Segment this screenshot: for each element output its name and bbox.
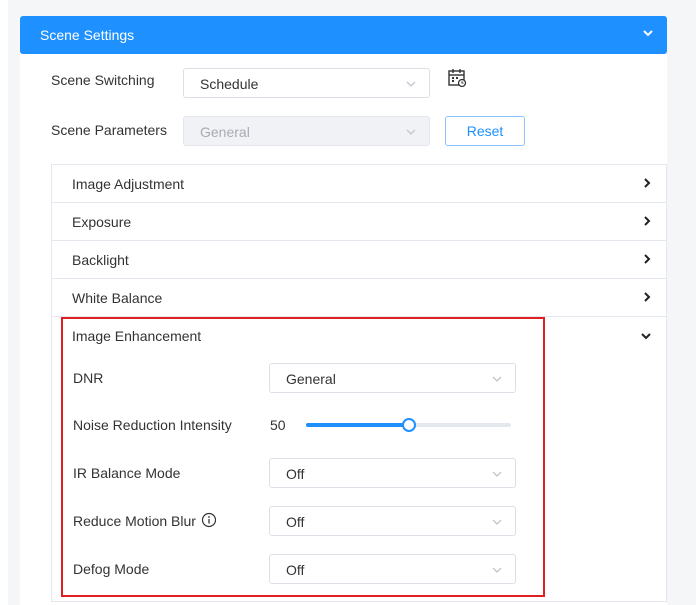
- scene-parameters-value: General: [200, 124, 250, 140]
- section-exposure[interactable]: Exposure: [52, 203, 666, 241]
- calendar-icon[interactable]: [447, 68, 467, 88]
- chevron-right-icon: [644, 178, 651, 188]
- header-title: Scene Settings: [40, 27, 135, 43]
- scene-switching-value: Schedule: [200, 76, 259, 92]
- scene-switching-select[interactable]: Schedule: [183, 68, 430, 98]
- chevron-right-icon: [644, 254, 651, 264]
- reset-button[interactable]: Reset: [445, 116, 525, 146]
- highlight-box: [61, 317, 545, 597]
- scene-parameters-label: Scene Parameters: [51, 122, 167, 138]
- scene-switching-label: Scene Switching: [51, 72, 155, 88]
- section-image-adjustment[interactable]: Image Adjustment: [52, 165, 666, 203]
- chevron-right-icon: [644, 216, 651, 226]
- chevron-down-icon: [406, 81, 416, 87]
- section-white-balance[interactable]: White Balance: [52, 279, 666, 317]
- scene-parameters-select[interactable]: General: [183, 116, 430, 146]
- chevron-down-icon: [641, 333, 651, 340]
- section-title: Backlight: [72, 252, 129, 268]
- chevron-right-icon: [644, 292, 651, 302]
- section-title: Image Adjustment: [72, 176, 185, 192]
- section-backlight[interactable]: Backlight: [52, 241, 666, 279]
- section-title: Exposure: [72, 214, 132, 230]
- chevron-down-icon: [406, 129, 416, 135]
- chevron-down-icon: [643, 30, 653, 37]
- section-title: White Balance: [72, 290, 163, 306]
- scene-settings-header[interactable]: Scene Settings: [20, 16, 667, 54]
